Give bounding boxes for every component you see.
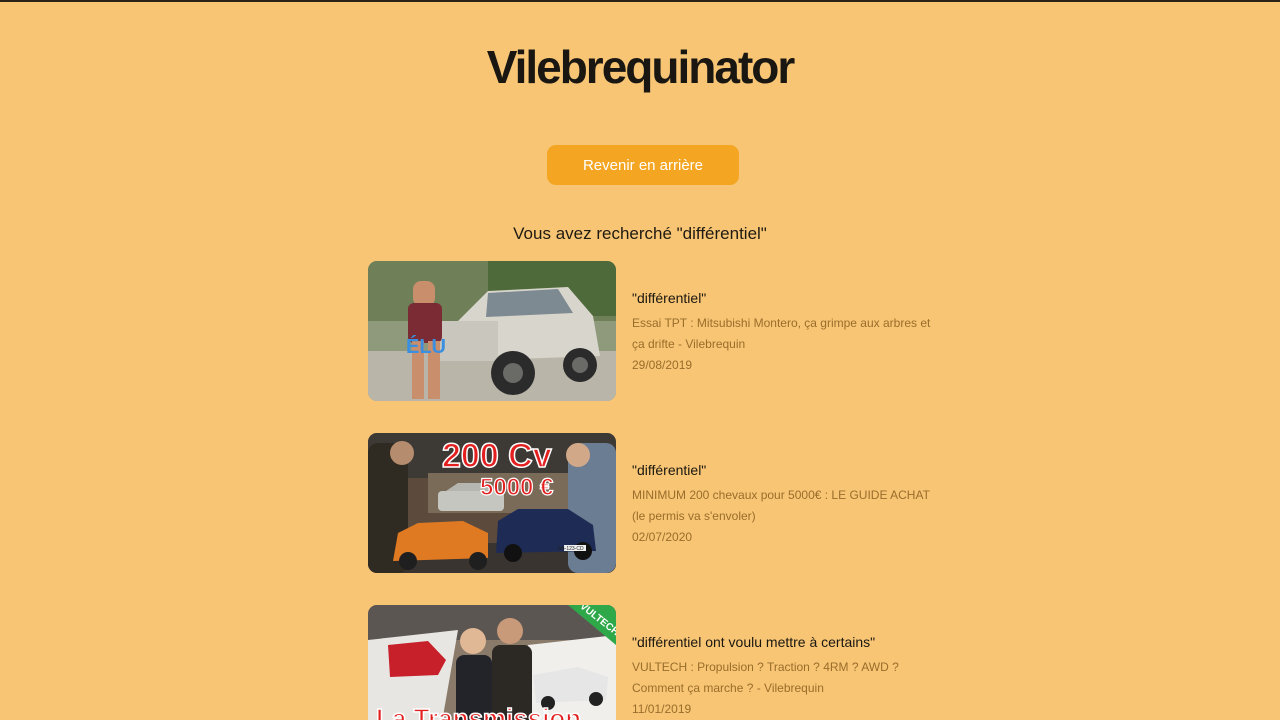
site-title: Vilebrequinator: [486, 41, 796, 93]
result-match: "différentiel ont voulu mettre à certain…: [632, 634, 876, 650]
thumbnail-overlay-text: ÉLU: [406, 335, 446, 358]
result-date: 02/07/2020: [632, 530, 693, 544]
thumbnail-image: VULTECH La Transmission: [368, 605, 616, 720]
search-heading: Vous avez recherché "différentiel": [513, 224, 767, 243]
result-match: "différentiel": [632, 290, 707, 306]
thumbnail-plate-text: AB-123-CD: [558, 546, 584, 552]
video-thumbnail[interactable]: ÉLU: [368, 261, 616, 401]
thumbnail-overlay-text: La Transmission: [376, 703, 581, 720]
result-title[interactable]: VULTECH : Propulsion ? Traction ? 4RM ? …: [632, 657, 932, 699]
result-info: "différentiel ont voulu mettre à certain…: [632, 634, 932, 720]
result-info: "différentiel" Essai TPT : Mitsubishi Mo…: [632, 290, 932, 376]
result-item[interactable]: ÉLU "différentiel" Essai TPT : Mitsubish…: [368, 261, 930, 401]
result-title[interactable]: MINIMUM 200 chevaux pour 5000€ : LE GUID…: [632, 485, 932, 527]
result-title[interactable]: Essai TPT : Mitsubishi Montero, ça grimp…: [632, 313, 932, 355]
result-item[interactable]: VULTECH La Transmission "différentiel on…: [368, 605, 928, 720]
page: Vilebrequinator Revenir en arrière Vous …: [0, 0, 1280, 720]
video-thumbnail[interactable]: VULTECH La Transmission: [368, 605, 616, 720]
thumbnail-overlay-text: 5000 €: [480, 474, 553, 501]
result-match: "différentiel": [632, 462, 707, 478]
result-date: 11/01/2019: [632, 702, 692, 716]
thumbnail-image: AB-123-CD 200 Cv 5000 €: [368, 433, 616, 573]
result-item[interactable]: AB-123-CD 200 Cv 5000 € "différentiel" M…: [368, 433, 930, 573]
back-button[interactable]: Revenir en arrière: [547, 145, 739, 185]
thumbnail-overlay-text: 200 Cv: [442, 437, 552, 475]
thumbnail-image: ÉLU: [368, 261, 616, 401]
video-thumbnail[interactable]: AB-123-CD 200 Cv 5000 €: [368, 433, 616, 573]
result-date: 29/08/2019: [632, 358, 693, 372]
result-info: "différentiel" MINIMUM 200 chevaux pour …: [632, 462, 932, 548]
